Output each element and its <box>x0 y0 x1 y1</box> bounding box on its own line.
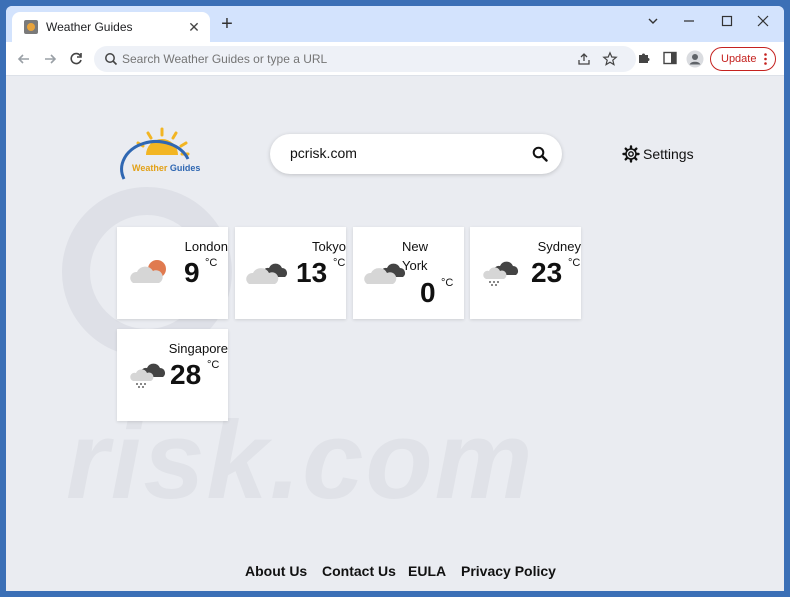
rain-icon <box>483 261 518 286</box>
weather-guides-logo: Weather Guides <box>118 125 200 183</box>
weather-card-singapore[interactable]: Singapore 28 °C <box>117 329 228 421</box>
footer-privacy-link[interactable]: Privacy Policy <box>461 563 556 579</box>
reload-button[interactable] <box>66 49 86 69</box>
footer-eula-link[interactable]: EULA <box>408 563 446 579</box>
arrow-left-icon <box>17 54 29 64</box>
tab-close-icon[interactable]: ✕ <box>184 17 204 37</box>
maximize-icon <box>721 15 733 27</box>
kebab-menu-icon <box>764 53 767 65</box>
reload-icon <box>70 52 82 65</box>
card-unit: °C <box>568 257 581 269</box>
close-icon <box>757 15 769 27</box>
card-temp: 13 <box>296 257 328 288</box>
update-button[interactable]: Update <box>710 47 776 71</box>
footer-contact-link[interactable]: Contact Us <box>322 563 396 579</box>
minimize-button[interactable] <box>672 8 706 34</box>
back-button[interactable] <box>14 49 34 69</box>
rain-icon <box>130 363 165 388</box>
card-temp: 9 <box>184 257 200 288</box>
card-temp: 23 <box>531 257 563 288</box>
tab-strip: Weather Guides ✕ + <box>6 6 784 42</box>
favicon-icon <box>24 20 38 34</box>
logo-text-part2: Guides <box>167 163 201 173</box>
extensions-puzzle-icon[interactable] <box>636 50 652 66</box>
browser-toolbar: Update <box>6 42 784 76</box>
weather-card-london[interactable]: London 9 °C <box>117 227 228 319</box>
share-icon[interactable] <box>576 51 592 67</box>
card-city: Sydney <box>537 239 581 254</box>
card-city: New York <box>402 239 429 273</box>
close-window-button[interactable] <box>746 8 780 34</box>
search-icon[interactable] <box>532 146 548 162</box>
logo-text: Weather Guides <box>132 163 200 173</box>
forward-button[interactable] <box>40 49 60 69</box>
card-unit: °C <box>333 257 346 269</box>
side-panel-icon[interactable] <box>662 50 678 66</box>
card-unit: °C <box>207 359 220 371</box>
chevron-down-icon <box>648 18 658 24</box>
card-city: Singapore <box>168 341 228 356</box>
weather-card-new-york[interactable]: New York 0 °C <box>353 227 464 319</box>
browser-window: Weather Guides ✕ + Search Weather Guides… <box>6 6 784 591</box>
settings-label: Settings <box>643 146 694 162</box>
minimize-icon <box>684 20 694 22</box>
card-unit: °C <box>205 257 218 269</box>
sun-logo-icon <box>120 127 190 180</box>
gear-icon <box>622 145 640 163</box>
card-city: Tokyo <box>312 239 346 254</box>
search-input[interactable] <box>290 145 520 161</box>
card-city: London <box>184 239 228 254</box>
profile-avatar-icon[interactable] <box>686 50 704 68</box>
card-temp: 0 <box>420 277 436 308</box>
partly-cloudy-icon <box>130 260 166 283</box>
tab-title: Weather Guides <box>46 20 133 34</box>
new-tab-button[interactable]: + <box>216 14 238 36</box>
new-tab-page: risk.com Weather Guides pcrisk.com Setti… <box>6 77 784 591</box>
address-input[interactable] <box>122 52 562 66</box>
arrow-right-icon <box>45 54 57 64</box>
address-bar[interactable] <box>94 46 636 72</box>
maximize-button[interactable] <box>710 8 744 34</box>
logo-text-part1: Weather <box>132 163 168 173</box>
search-box[interactable] <box>270 134 562 174</box>
cloudy-icon <box>246 263 287 284</box>
weather-card-sydney[interactable]: Sydney 23 °C <box>470 227 581 319</box>
card-temp: 28 <box>170 359 202 390</box>
cloudy-icon <box>364 263 405 284</box>
footer-links: About Us Contact Us EULA Privacy Policy <box>6 563 784 583</box>
weather-card-tokyo[interactable]: Tokyo 13 °C <box>235 227 346 319</box>
card-unit: °C <box>441 277 454 289</box>
update-label: Update <box>721 53 757 65</box>
tab-search-button[interactable] <box>636 8 670 34</box>
footer-about-link[interactable]: About Us <box>245 563 307 579</box>
search-icon <box>105 53 118 66</box>
tab-weather-guides[interactable]: Weather Guides ✕ <box>12 12 210 42</box>
bookmark-star-icon[interactable] <box>602 51 618 67</box>
